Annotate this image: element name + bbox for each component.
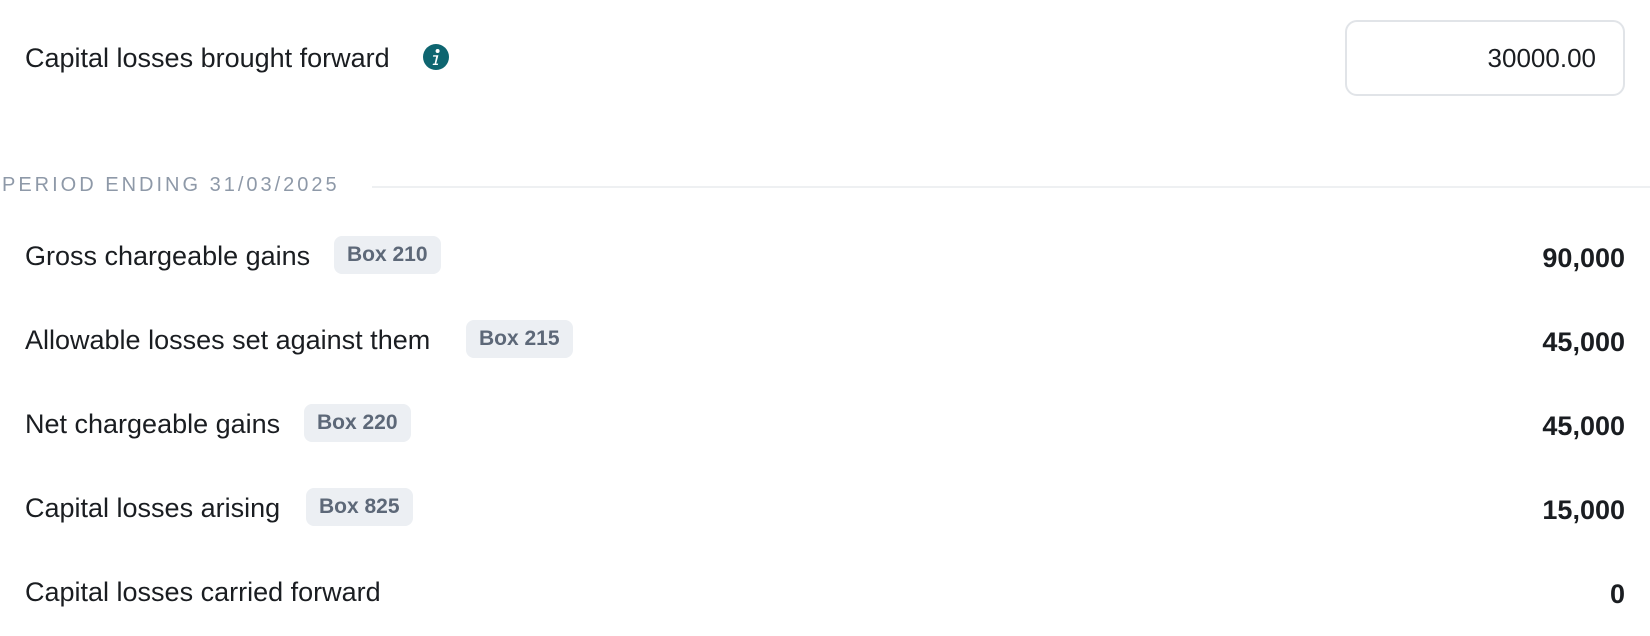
period-section-header: PERIOD ENDING 31/03/2025 bbox=[0, 170, 1650, 200]
capital-losses-brought-forward-label: Capital losses brought forward bbox=[25, 43, 390, 73]
row-value: 90,000 bbox=[1542, 243, 1625, 273]
row-value: 0 bbox=[1609, 579, 1625, 609]
capital-losses-carried-forward-row: Capital losses carried forward 0 bbox=[25, 570, 1625, 614]
row-label: Net chargeable gains bbox=[25, 409, 281, 439]
box-badge: Box 220 bbox=[304, 404, 411, 442]
allowable-losses-row: Allowable losses set against them Box 21… bbox=[25, 318, 1625, 362]
row-label: Capital losses carried forward bbox=[25, 577, 381, 607]
capital-losses-arising-row: Capital losses arising Box 825 15,000 bbox=[25, 486, 1625, 530]
row-label: Gross chargeable gains bbox=[25, 241, 311, 271]
period-title: PERIOD ENDING 31/03/2025 bbox=[2, 174, 340, 196]
box-badge: Box 825 bbox=[306, 488, 413, 526]
row-value: 15,000 bbox=[1542, 495, 1625, 525]
box-badge: Box 210 bbox=[334, 236, 441, 274]
row-value: 45,000 bbox=[1542, 411, 1625, 441]
section-divider bbox=[372, 186, 1650, 188]
capital-losses-brought-forward-input[interactable] bbox=[1345, 20, 1625, 96]
row-label: Capital losses arising bbox=[25, 493, 281, 523]
row-value: 45,000 bbox=[1542, 327, 1625, 357]
capital-losses-brought-forward-row: Capital losses brought forward bbox=[25, 20, 1625, 96]
info-icon[interactable] bbox=[422, 43, 450, 71]
box-badge: Box 215 bbox=[466, 320, 573, 358]
row-label: Allowable losses set against them bbox=[25, 325, 431, 355]
gross-chargeable-gains-row: Gross chargeable gains Box 210 90,000 bbox=[25, 234, 1625, 278]
net-chargeable-gains-row: Net chargeable gains Box 220 45,000 bbox=[25, 402, 1625, 446]
